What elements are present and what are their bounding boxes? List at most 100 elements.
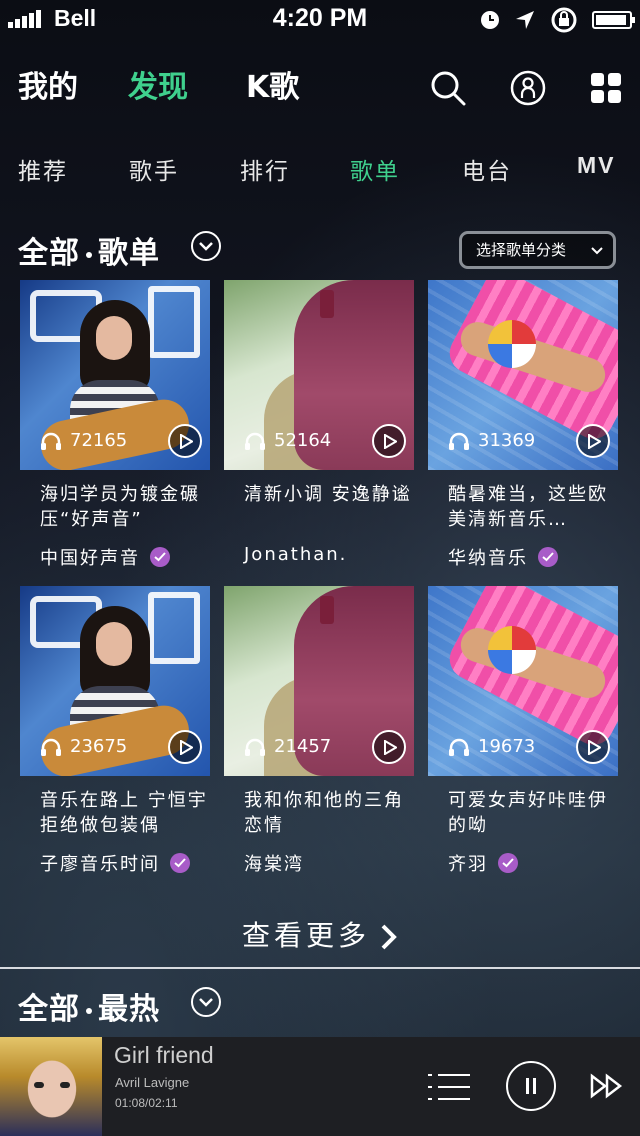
tab-singers[interactable]: 歌手 xyxy=(129,152,179,186)
separator-dot xyxy=(86,1007,92,1014)
clock-icon xyxy=(481,11,499,29)
play-icon xyxy=(180,740,193,755)
playlist-card[interactable]: 23675 音乐在路上 宁恒宇拒绝做包装偶子廖音乐时间 xyxy=(20,586,210,876)
section-title-part: 最热 xyxy=(98,992,160,1027)
play-icon xyxy=(384,740,397,755)
playlist-cover[interactable]: 21457 xyxy=(224,586,414,776)
section-title-part: 歌单 xyxy=(98,236,160,271)
grid-menu-icon[interactable] xyxy=(588,70,624,106)
playlist-author[interactable]: 华纳音乐 xyxy=(448,544,618,570)
view-more-button[interactable]: 查看更多 xyxy=(0,914,640,954)
play-count: 21457 xyxy=(244,736,331,757)
headphones-icon xyxy=(41,738,61,756)
section-title-hot: 全部 最热 xyxy=(18,984,160,1028)
artist-name: Avril Lavigne xyxy=(115,1075,190,1090)
playlist-author[interactable]: 中国好声音 xyxy=(40,544,210,570)
verified-badge-icon xyxy=(170,853,190,873)
playlist-cover[interactable]: 23675 xyxy=(20,586,210,776)
play-count-value: 31369 xyxy=(478,430,536,451)
verified-badge-icon xyxy=(150,547,170,567)
play-icon xyxy=(588,740,601,755)
song-title: Girl friend xyxy=(114,1042,214,1068)
tab-radio[interactable]: 电台 xyxy=(462,152,512,186)
playlist-card[interactable]: 19673 可爱女声好咔哇伊的呦齐羽 xyxy=(428,586,618,876)
headphones-icon xyxy=(245,738,265,756)
tab-playlists[interactable]: 歌单 xyxy=(350,152,400,186)
play-count: 72165 xyxy=(40,430,127,451)
tab-rankings[interactable]: 排行 xyxy=(240,152,290,186)
playlist-author[interactable]: 齐羽 xyxy=(448,850,618,876)
headphones-icon xyxy=(41,432,61,450)
playlist-card[interactable]: 52164 清新小调 安逸静谧 Jonathan. xyxy=(224,280,414,565)
playlist-author-name: 华纳音乐 xyxy=(448,548,528,569)
pause-button[interactable] xyxy=(506,1061,556,1111)
play-button[interactable] xyxy=(372,730,406,764)
headphones-icon xyxy=(449,432,469,450)
play-count: 31369 xyxy=(448,430,535,451)
playback-time: 01:08/02:11 xyxy=(115,1096,178,1110)
play-button[interactable] xyxy=(576,730,610,764)
play-count: 23675 xyxy=(40,736,127,757)
playlist-title[interactable]: 清新小调 安逸静谧 xyxy=(244,482,412,532)
play-icon xyxy=(180,434,193,449)
user-icon[interactable] xyxy=(510,70,546,106)
section-title-part: 全部 xyxy=(18,992,80,1027)
playlist-card[interactable]: 31369 酷暑难当，这些欧美清新音乐… 华纳音乐 xyxy=(428,280,618,570)
playlist-cover[interactable]: 31369 xyxy=(428,280,618,470)
tab-mine[interactable]: 我的 xyxy=(18,62,78,106)
battery-icon xyxy=(592,11,635,29)
play-button[interactable] xyxy=(168,424,202,458)
playlist-cover[interactable]: 72165 xyxy=(20,280,210,470)
playlist-title[interactable]: 音乐在路上 宁恒宇拒绝做包装偶 xyxy=(40,788,208,838)
section-title-part: 全部 xyxy=(18,236,80,271)
album-cover[interactable] xyxy=(0,1037,102,1136)
play-count: 52164 xyxy=(244,430,331,451)
playlist-author[interactable]: Jonathan. xyxy=(244,544,414,565)
top-nav: 我的 发现 K歌 xyxy=(0,62,640,108)
sub-tabs: 推荐 歌手 排行 歌单 电台 MV xyxy=(0,152,640,186)
play-count-value: 23675 xyxy=(70,736,128,757)
playlist-cover[interactable]: 52164 xyxy=(224,280,414,470)
chevron-right-icon xyxy=(381,924,397,950)
rotation-lock-icon xyxy=(551,7,577,33)
next-track-icon[interactable] xyxy=(590,1073,624,1099)
playlist-cover[interactable]: 19673 xyxy=(428,586,618,776)
play-button[interactable] xyxy=(168,730,202,764)
playlist-author[interactable]: 子廖音乐时间 xyxy=(40,850,210,876)
expand-chevron-icon[interactable] xyxy=(191,987,221,1017)
mini-player[interactable]: Girl friend Avril Lavigne 01:08/02:11 xyxy=(0,1037,640,1136)
category-select[interactable]: 选择歌单分类 xyxy=(459,231,616,269)
headphones-icon xyxy=(245,432,265,450)
playlist-title[interactable]: 可爱女声好咔哇伊的呦 xyxy=(448,788,616,838)
playlist-card[interactable]: 72165 海归学员为镀金碾压“好声音” 中国好声音 xyxy=(20,280,210,570)
play-icon xyxy=(384,434,397,449)
playlist-author[interactable]: 海棠湾 xyxy=(244,850,414,876)
tab-mv[interactable]: MV xyxy=(577,152,616,179)
play-count-value: 72165 xyxy=(70,430,128,451)
expand-chevron-icon[interactable] xyxy=(191,231,221,261)
playlist-title[interactable]: 酷暑难当，这些欧美清新音乐… xyxy=(448,482,616,532)
playlist-title[interactable]: 海归学员为镀金碾压“好声音” xyxy=(40,482,208,532)
playlist-title[interactable]: 我和你和他的三角恋情 xyxy=(244,788,412,838)
play-icon xyxy=(588,434,601,449)
playlist-author-name: Jonathan. xyxy=(244,544,348,565)
tab-recommend[interactable]: 推荐 xyxy=(18,152,68,186)
view-more-label: 查看更多 xyxy=(241,919,370,952)
tab-karaoke[interactable]: K歌 xyxy=(246,62,299,106)
verified-badge-icon xyxy=(538,547,558,567)
play-count-value: 21457 xyxy=(274,736,332,757)
play-button[interactable] xyxy=(576,424,610,458)
verified-badge-icon xyxy=(498,853,518,873)
headphones-icon xyxy=(449,738,469,756)
tab-discover[interactable]: 发现 xyxy=(128,62,188,106)
playlist-author-name: 齐羽 xyxy=(448,854,488,875)
separator-dot xyxy=(86,251,92,258)
play-count-value: 19673 xyxy=(478,736,536,757)
play-button[interactable] xyxy=(372,424,406,458)
search-icon[interactable] xyxy=(430,70,466,106)
section-divider xyxy=(0,967,640,969)
playlist-card[interactable]: 21457 我和你和他的三角恋情海棠湾 xyxy=(224,586,414,876)
playlist-author-name: 中国好声音 xyxy=(40,548,140,569)
playlist-icon[interactable] xyxy=(428,1073,470,1101)
playlist-author-name: 海棠湾 xyxy=(244,854,304,875)
